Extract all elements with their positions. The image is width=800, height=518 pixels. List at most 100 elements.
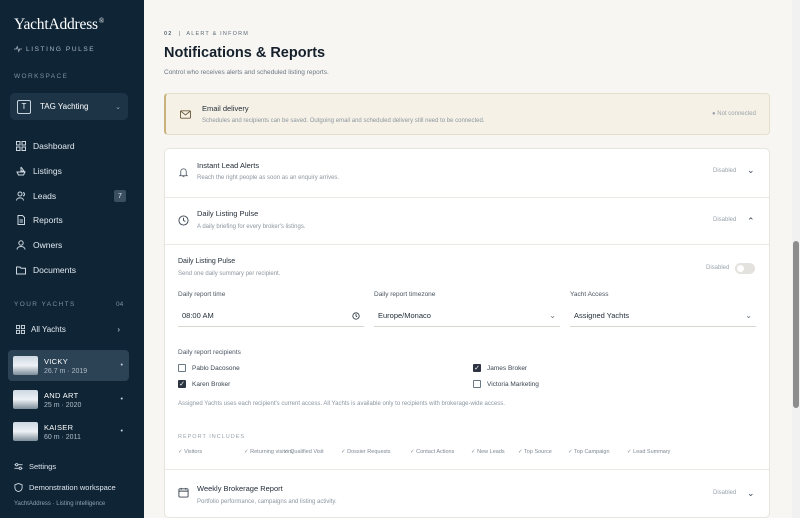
nav-reports[interactable]: Reports [16,212,126,228]
daily-listing-pulse-row[interactable]: Daily Listing Pulse A daily briefing for… [165,198,769,244]
workspace-label: WORKSPACE [14,73,69,80]
include-chip: ✓ Dossier Requests [341,449,391,455]
daily-settings-desc: Send one daily summary per recipient. [178,271,281,277]
brand-logo[interactable]: YachtAddress® [14,16,104,34]
settings-link[interactable]: Settings [14,462,56,471]
recipients-label: Daily report recipients [178,349,241,356]
email-delivery-title: Email delivery [202,104,249,113]
leads-count-badge: 7 [114,190,126,202]
checkbox-checked[interactable]: ✓ [473,364,481,372]
yacht-name: VICKY [44,356,69,366]
include-chip: ✓ Top Campaign [568,449,610,455]
email-delivery-banner: Email delivery Schedules and recipients … [164,93,770,135]
time-value: 08:00 AM [182,311,214,320]
section-label: ALERT & INFORM [186,31,250,37]
yacht-detail: 60 m · 2011 [44,433,81,441]
document-icon [17,215,25,225]
include-chip: ✓ Top Source [518,449,552,455]
recipient-karen[interactable]: ✓ Karen Broker [178,380,230,388]
brand-mark: ® [98,16,104,25]
page-title: Notifications & Reports [164,45,326,61]
recipient-name: Victoria Marketing [487,380,539,388]
instant-lead-alerts-row[interactable]: Instant Lead Alerts Reach the right peop… [165,149,769,197]
recipient-james[interactable]: ✓ James Broker [473,364,527,372]
user-icon [16,240,26,250]
clock-icon [352,311,360,320]
chevron-up-icon[interactable]: ⌃ [747,216,755,227]
daily-pulse-status: Disabled [713,217,737,223]
nav-documents[interactable]: Documents [16,262,126,278]
scrollbar-thumb[interactable] [793,241,799,408]
workspace-avatar: T [17,99,31,114]
daily-enable-toggle[interactable] [735,263,755,274]
nav-label: Owners [33,240,63,250]
time-field-label: Daily report time [178,291,226,298]
checkbox-unchecked[interactable] [473,380,481,388]
report-time-input[interactable]: 08:00 AM [178,305,364,327]
yacht-item-and-art[interactable]: AND ART 25 m · 2020 • [8,384,129,415]
nav-label: Documents [33,265,76,275]
include-label: New Leads [477,449,505,455]
all-yachts-link[interactable]: All Yachts › [16,325,120,334]
include-label: Top Source [524,449,552,455]
include-label: Qualified Visit [290,449,324,455]
status-dot-icon: • [120,362,123,369]
nav-listings[interactable]: Listings [16,163,126,179]
recipient-victoria[interactable]: Victoria Marketing [473,380,539,388]
include-chip: ✓ Visitors [178,449,203,455]
notifications-card: Instant Lead Alerts Reach the right peop… [164,148,770,518]
weekly-report-desc: Portfolio performance, campaigns and lis… [197,499,337,505]
workspace-selector[interactable]: T TAG Yachting ⌄ [10,93,128,120]
checkbox-unchecked[interactable] [178,364,186,372]
demo-workspace-link[interactable]: Demonstration workspace [14,483,116,492]
tagline: LISTING PULSE [14,45,95,53]
status-dot-icon: • [120,396,123,403]
include-chip: ✓ New Leads [471,449,505,455]
nav-dashboard[interactable]: Dashboard [16,138,126,154]
yacht-name: AND ART [44,390,79,400]
demo-workspace-label: Demonstration workspace [29,483,116,492]
nav-owners[interactable]: Owners [16,237,126,253]
status-dot-icon: • [120,428,123,435]
sliders-icon [14,463,23,470]
users-icon [16,191,25,201]
nav-label: Dashboard [33,141,75,151]
instant-alerts-status: Disabled [713,168,737,174]
section-eyebrow: 02 | ALERT & INFORM [164,31,250,37]
yacht-detail: 26.7 m · 2019 [44,367,88,375]
yacht-item-vicky[interactable]: VICKY 26.7 m · 2019 • [8,350,129,381]
yacht-thumbnail [13,422,38,441]
page-subtitle: Control who receives alerts and schedule… [164,69,329,76]
calendar-icon [178,487,189,498]
daily-pulse-title: Daily Listing Pulse [197,209,259,218]
yacht-detail: 25 m · 2020 [44,401,82,409]
recipient-pablo[interactable]: Pablo Dacosone [178,364,240,372]
include-label: Top Campaign [574,449,610,455]
all-yachts-label: All Yachts [31,325,66,334]
yacht-item-kaiser[interactable]: KAISER 60 m · 2011 • [8,416,129,447]
mail-icon [180,110,191,119]
main-content: 02 | ALERT & INFORM Notifications & Repor… [144,0,792,518]
weekly-report-row[interactable]: Weekly Brokerage Report Portfolio perfor… [165,470,769,518]
timezone-select[interactable]: Europe/Monaco ⌄ [374,305,560,327]
instant-alerts-desc: Reach the right people as soon as an enq… [197,175,340,181]
pulse-icon [14,45,22,53]
daily-pulse-desc: A daily briefing for every broker's list… [197,224,306,230]
yacht-access-select[interactable]: Assigned Yachts ⌄ [570,305,756,327]
chevron-down-icon: ⌄ [115,103,121,111]
include-chip: ✓ Qualified Visit [284,449,324,455]
email-status: ● Not connected [712,111,756,117]
chevron-down-icon[interactable]: ⌄ [747,165,755,176]
chevron-down-icon[interactable]: ⌄ [747,488,755,499]
access-field-label: Yacht Access [570,291,609,298]
checkbox-checked[interactable]: ✓ [178,380,186,388]
divider [165,244,769,245]
include-chip: ✓ Contact Actions [410,449,455,455]
chevron-down-icon: ⌄ [745,311,752,320]
toggle-knob [737,265,744,272]
section-number: 02 [164,31,173,37]
chevron-down-icon: ⌄ [549,311,556,320]
scrollbar[interactable] [792,0,800,518]
nav-leads[interactable]: Leads 7 [16,188,126,204]
weekly-report-title: Weekly Brokerage Report [197,484,283,493]
